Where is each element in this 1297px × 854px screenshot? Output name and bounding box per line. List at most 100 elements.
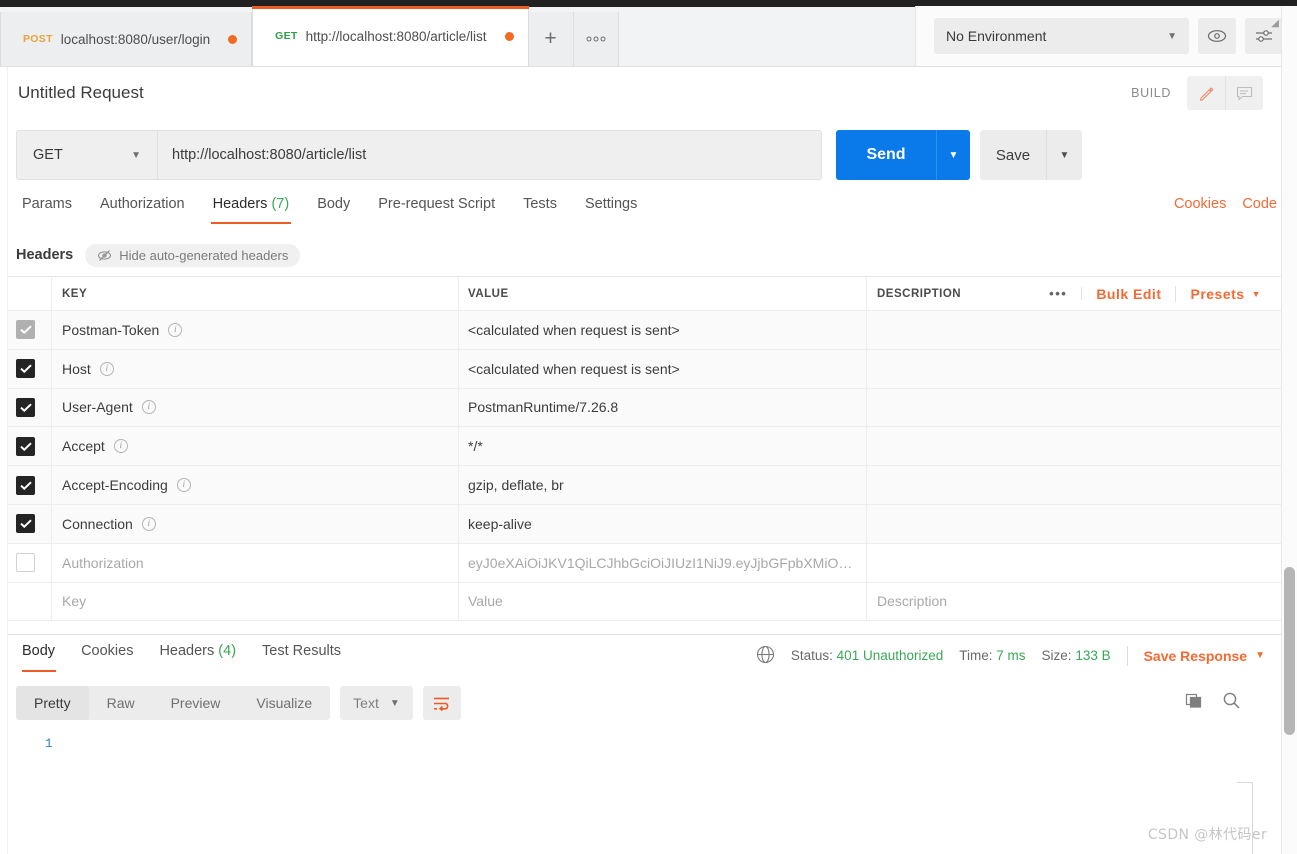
save-response-button[interactable]: Save Response ▼ [1144,648,1265,664]
row-value-cell[interactable]: gzip, deflate, br [459,466,867,504]
row-description-cell[interactable]: Description [867,583,1281,621]
row-description-cell[interactable] [867,466,1281,504]
info-icon[interactable]: i [141,400,156,415]
send-options-button[interactable]: ▼ [936,130,970,180]
tab-params[interactable]: Params [16,196,86,224]
table-row[interactable]: Key Value Description [0,582,1281,622]
info-icon[interactable]: i [176,478,191,493]
bulk-edit-button[interactable]: Bulk Edit [1082,285,1177,302]
eye-slash-icon [98,249,112,261]
row-value-cell[interactable]: <calculated when request is sent> [459,311,867,349]
table-row[interactable]: Connection i keep-alive [0,504,1281,544]
table-row[interactable]: User-Agent i PostmanRuntime/7.26.8 [0,388,1281,428]
view-mode-raw[interactable]: Raw [89,686,153,720]
row-value-cell[interactable]: keep-alive [459,504,867,543]
table-row[interactable]: Accept-Encoding i gzip, deflate, br [0,466,1281,505]
row-key-cell[interactable]: Key [52,582,459,621]
http-method-select[interactable]: GET ▼ [16,130,157,180]
info-icon[interactable]: i [141,516,156,531]
info-icon[interactable]: i [113,439,128,454]
info-icon[interactable]: i [99,361,114,376]
row-value-cell[interactable]: <calculated when request is sent> [459,349,867,388]
tab-tests[interactable]: Tests [509,196,571,224]
response-format-select[interactable]: Text ▼ [340,686,413,720]
response-section-tabs: Body Cookies Headers (4) Test Results St… [0,635,1281,680]
table-row[interactable]: Accept i */* [0,427,1281,467]
environment-quick-look-button[interactable] [1198,18,1236,54]
cookies-link[interactable]: Cookies [1174,196,1226,212]
tab-body[interactable]: Body [303,196,364,224]
time-value: 7 ms [996,648,1026,663]
row-checkbox[interactable] [16,553,35,573]
presets-label: Presets [1190,285,1245,302]
search-response-button[interactable] [1222,691,1241,715]
tab-pre-request-script[interactable]: Pre-request Script [364,196,509,224]
row-checkbox[interactable] [16,514,35,534]
request-tab-0[interactable]: POST localhost:8080/user/login [0,12,253,66]
comment-request-button[interactable] [1225,76,1263,110]
response-body-editor[interactable]: 1 [0,726,1281,854]
row-value-cell[interactable]: PostmanRuntime/7.26.8 [459,388,867,427]
tab-headers[interactable]: Headers (7) [199,196,304,224]
url-input[interactable]: http://localhost:8080/article/list [157,130,822,180]
save-button[interactable]: Save [980,130,1046,180]
response-tab-body[interactable]: Body [16,643,68,672]
vertical-scrollbar-thumb[interactable] [1284,567,1295,735]
headers-subheader: Headers Hide auto-generated headers [16,241,1281,269]
row-description-cell[interactable] [867,544,1281,582]
table-row[interactable]: Authorization eyJ0eXAiOiJKV1QiLCJhbGciOi… [0,543,1281,583]
vertical-scrollbar-track[interactable] [1281,7,1297,854]
row-key-cell[interactable]: User-Agent i [52,388,459,427]
edit-request-button[interactable] [1187,76,1225,110]
response-toolbar-actions [1185,691,1265,715]
environment-select[interactable]: No Environment ▼ [934,18,1189,54]
row-key-cell[interactable]: Host i [52,349,459,388]
row-checkbox[interactable] [16,397,35,417]
row-value-cell[interactable]: */* [459,427,867,466]
response-tab-headers[interactable]: Headers (4) [146,643,249,672]
tab-url-label: http://localhost:8080/article/list [305,28,487,44]
copy-icon [1185,693,1202,708]
tab-options-button[interactable] [573,12,619,66]
view-mode-preview[interactable]: Preview [153,686,239,720]
copy-to-clipboard-button[interactable] [1185,691,1204,715]
row-description-cell[interactable] [867,389,1281,427]
row-checkbox[interactable] [16,475,35,495]
word-wrap-button[interactable] [422,686,461,720]
row-key-cell[interactable]: Authorization [52,543,459,582]
info-icon[interactable]: i [168,322,183,337]
view-mode-pretty[interactable]: Pretty [16,686,89,720]
row-description-cell[interactable] [867,427,1281,465]
save-options-button[interactable]: ▼ [1046,130,1082,180]
table-header-row: KEY VALUE DESCRIPTION ••• Bulk Edit Pres… [0,277,1281,311]
response-view-mode-group: Pretty Raw Preview Visualize [16,686,331,720]
row-key-text: User-Agent [62,399,133,416]
response-tab-test-results[interactable]: Test Results [249,643,354,672]
row-value-cell[interactable]: eyJ0eXAiOiJKV1QiLCJhbGciOiJIUzI1NiJ9.eyJ… [459,543,867,582]
row-checkbox[interactable] [16,436,35,456]
table-more-options-button[interactable]: ••• [1035,287,1083,300]
code-link[interactable]: Code [1242,196,1277,212]
response-tab-cookies[interactable]: Cookies [68,643,146,672]
row-description-cell[interactable] [867,505,1281,543]
row-checkbox[interactable] [16,359,35,379]
row-description-cell[interactable] [867,311,1281,349]
row-description-cell[interactable] [867,350,1281,388]
table-row[interactable]: Postman-Token i <calculated when request… [0,311,1281,350]
new-tab-button[interactable]: + [528,12,574,66]
tab-authorization[interactable]: Authorization [86,196,199,224]
send-button[interactable]: Send [836,130,936,180]
row-value-cell[interactable]: Value [459,582,867,621]
tab-label: Authorization [99,196,185,212]
hide-auto-generated-headers-button[interactable]: Hide auto-generated headers [85,243,301,267]
request-tab-1[interactable]: GET http://localhost:8080/article/list [252,6,529,66]
tab-settings[interactable]: Settings [571,196,651,224]
row-key-cell[interactable]: Accept-Encoding i [52,466,459,504]
row-key-cell[interactable]: Accept i [52,427,459,466]
table-row[interactable]: Host i <calculated when request is sent> [0,349,1281,389]
presets-button[interactable]: Presets ▼ [1176,286,1275,302]
row-checkbox[interactable] [16,320,35,340]
row-key-cell[interactable]: Connection i [52,504,459,543]
row-key-cell[interactable]: Postman-Token i [52,311,459,349]
view-mode-visualize[interactable]: Visualize [238,686,330,720]
